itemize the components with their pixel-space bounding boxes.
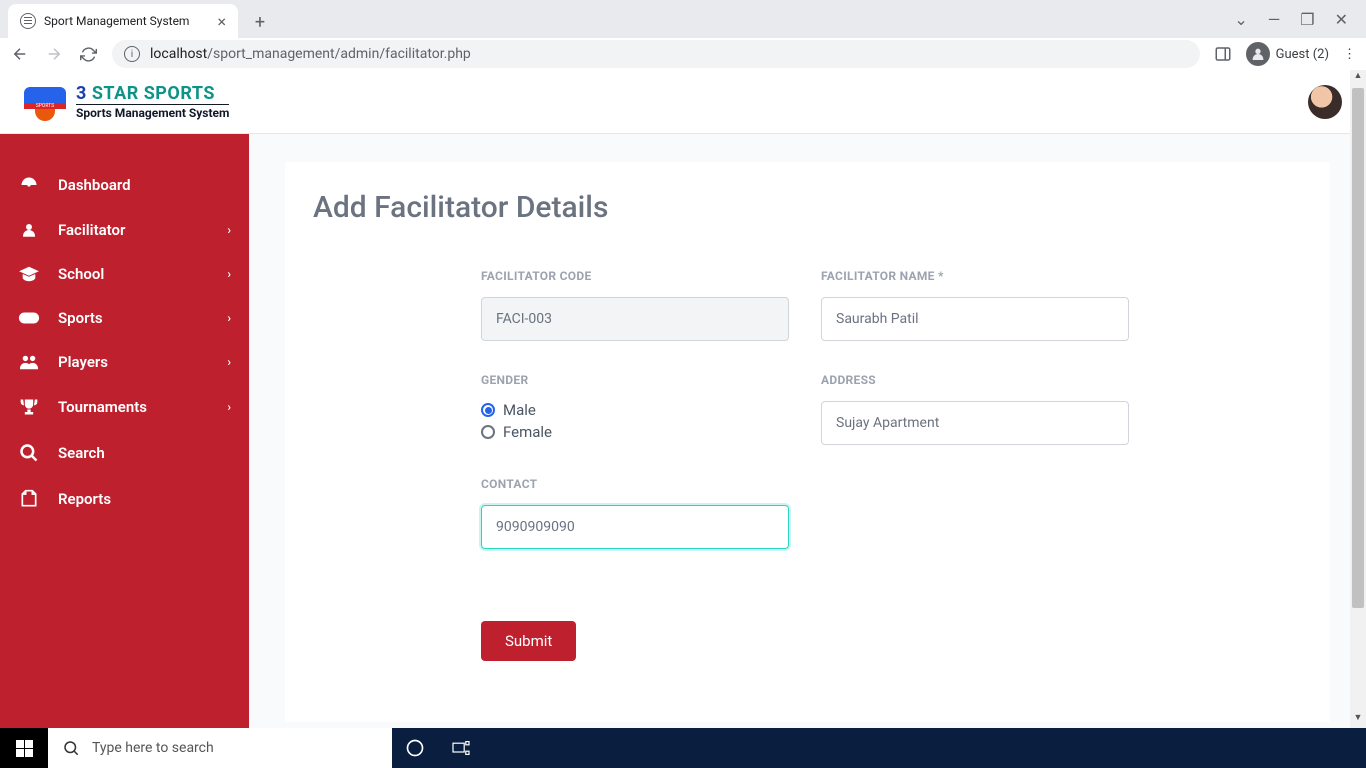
- submit-button[interactable]: Submit: [481, 621, 576, 661]
- reload-button[interactable]: [78, 44, 98, 64]
- close-tab-icon[interactable]: ×: [217, 12, 226, 31]
- cortana-icon[interactable]: [392, 728, 438, 768]
- field-contact: CONTACT: [481, 477, 789, 549]
- taskbar-search-placeholder: Type here to search: [92, 740, 214, 756]
- site-info-icon[interactable]: i: [124, 46, 140, 62]
- contact-label: CONTACT: [481, 477, 789, 491]
- sidebar-item-label: Reports: [58, 490, 111, 508]
- main-content: Add Facilitator Details FACILITATOR CODE…: [249, 134, 1366, 728]
- sidebar: DashboardFacilitator›School›Sports›Playe…: [0, 134, 249, 728]
- contact-input[interactable]: [481, 505, 789, 549]
- start-button[interactable]: [0, 728, 48, 768]
- globe-icon: [20, 13, 36, 29]
- sidebar-item-sports[interactable]: Sports ›: [0, 296, 249, 340]
- gender-radio-male[interactable]: Male: [481, 401, 789, 419]
- logo-subtitle: Sports Management System: [76, 104, 229, 120]
- taskbar-search[interactable]: Type here to search: [48, 728, 392, 768]
- users-icon: [18, 353, 40, 371]
- search-icon: [18, 443, 40, 463]
- facilitator-code-input: [481, 297, 789, 341]
- sidebar-item-players[interactable]: Players ›: [0, 340, 249, 384]
- user-avatar[interactable]: [1308, 85, 1342, 119]
- address-label: ADDRESS: [821, 373, 1129, 387]
- sidebar-item-label: Tournaments: [58, 398, 147, 416]
- facilitator-name-label: FACILITATOR NAME *: [821, 269, 1129, 283]
- guest-label: Guest (2): [1276, 47, 1329, 62]
- radio-unchecked-icon: [481, 425, 495, 439]
- reports-icon: [18, 489, 40, 509]
- gamepad-icon: [18, 310, 40, 326]
- task-view-icon[interactable]: [438, 728, 484, 768]
- gender-radio-female[interactable]: Female: [481, 423, 789, 441]
- chevron-right-icon: ›: [227, 355, 231, 369]
- caret-down-icon[interactable]: ⌄: [1234, 10, 1247, 29]
- app-logo[interactable]: SPORTS 3 STAR SPORTS Sports Management S…: [24, 83, 229, 120]
- field-facilitator-name: FACILITATOR NAME *: [821, 269, 1129, 341]
- facilitator-code-label: FACILITATOR CODE: [481, 269, 789, 283]
- facilitator-name-input[interactable]: [821, 297, 1129, 341]
- address-input[interactable]: [821, 401, 1129, 445]
- sidebar-item-dashboard[interactable]: Dashboard: [0, 162, 249, 208]
- chevron-right-icon: ›: [227, 400, 231, 414]
- scrollbar[interactable]: ▲ ▼: [1350, 70, 1366, 728]
- address-bar[interactable]: i localhost/sport_management/admin/facil…: [112, 40, 1200, 68]
- scroll-down-icon[interactable]: ▼: [1350, 712, 1366, 728]
- sidebar-item-label: Search: [58, 444, 105, 462]
- sidebar-item-label: Facilitator: [58, 221, 125, 239]
- grad-cap-icon: [18, 265, 40, 283]
- windows-logo-icon: [16, 740, 33, 757]
- browser-chrome: ⌄ — ❐ ✕ Sport Management System × + i lo…: [0, 0, 1366, 70]
- chevron-right-icon: ›: [227, 267, 231, 281]
- windows-taskbar: Type here to search: [0, 728, 1366, 768]
- maximize-icon[interactable]: ❐: [1300, 10, 1314, 29]
- logo-badge-icon: SPORTS: [24, 87, 66, 117]
- url-path: /sport_management/admin/facilitator.php: [207, 46, 471, 62]
- sidebar-item-facilitator[interactable]: Facilitator ›: [0, 208, 249, 252]
- person-icon: [1246, 42, 1270, 66]
- sidebar-item-label: Sports: [58, 309, 103, 327]
- scroll-up-icon[interactable]: ▲: [1350, 70, 1366, 86]
- dashboard-icon: [18, 175, 40, 195]
- page-title: Add Facilitator Details: [313, 190, 1302, 225]
- sidebar-item-reports[interactable]: Reports: [0, 476, 249, 522]
- field-gender: GENDER Male Female: [481, 373, 789, 445]
- sidebar-item-label: Players: [58, 353, 108, 371]
- close-window-icon[interactable]: ✕: [1335, 10, 1348, 29]
- sidebar-item-search[interactable]: Search: [0, 430, 249, 476]
- back-button[interactable]: [10, 44, 30, 64]
- field-facilitator-code: FACILITATOR CODE: [481, 269, 789, 341]
- search-icon: [62, 739, 80, 757]
- browser-tab[interactable]: Sport Management System ×: [8, 4, 238, 38]
- sidebar-item-label: School: [58, 265, 104, 283]
- user-icon: [18, 221, 40, 239]
- chevron-right-icon: ›: [227, 311, 231, 325]
- gender-label: GENDER: [481, 373, 789, 387]
- trophy-icon: [18, 397, 40, 417]
- sidebar-item-tournaments[interactable]: Tournaments ›: [0, 384, 249, 430]
- window-controls: ⌄ — ❐ ✕: [1216, 0, 1366, 38]
- url-host: localhost: [150, 46, 207, 62]
- form-card: Add Facilitator Details FACILITATOR CODE…: [285, 162, 1330, 722]
- profile-button[interactable]: Guest (2): [1246, 42, 1329, 66]
- kebab-menu-icon[interactable]: ⋮: [1343, 47, 1356, 62]
- scroll-thumb[interactable]: [1352, 88, 1364, 608]
- app-header: SPORTS 3 STAR SPORTS Sports Management S…: [0, 70, 1366, 134]
- new-tab-button[interactable]: +: [246, 8, 274, 36]
- minimize-icon[interactable]: —: [1268, 10, 1281, 29]
- panel-icon[interactable]: [1214, 45, 1232, 63]
- sidebar-item-school[interactable]: School ›: [0, 252, 249, 296]
- sidebar-item-label: Dashboard: [58, 176, 131, 194]
- chevron-right-icon: ›: [227, 223, 231, 237]
- tab-title: Sport Management System: [44, 14, 189, 28]
- forward-button[interactable]: [44, 44, 64, 64]
- radio-checked-icon: [481, 403, 495, 417]
- field-address: ADDRESS: [821, 373, 1129, 445]
